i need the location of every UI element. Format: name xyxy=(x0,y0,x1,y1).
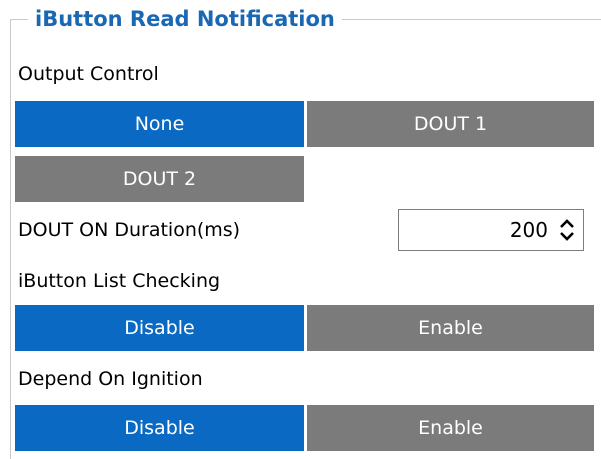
group-title: iButton Read Notification xyxy=(28,3,342,35)
depend-on-ignition-label: Depend On Ignition xyxy=(18,368,203,390)
ibutton-list-checking-enable-button[interactable]: Enable xyxy=(307,305,594,351)
dout-on-duration-label: DOUT ON Duration(ms) xyxy=(18,219,241,241)
ibutton-list-checking-label: iButton List Checking xyxy=(18,270,221,292)
depend-on-ignition-enable-button[interactable]: Enable xyxy=(307,405,594,451)
output-control-label: Output Control xyxy=(18,63,159,85)
ibutton-list-checking-disable-button[interactable]: Disable xyxy=(15,305,304,351)
output-control-dout1-button[interactable]: DOUT 1 xyxy=(307,101,594,147)
up-down-chevron-icon[interactable] xyxy=(559,218,575,242)
dout-on-duration-value[interactable]: 200 xyxy=(510,210,548,250)
output-control-none-button[interactable]: None xyxy=(15,101,304,147)
depend-on-ignition-disable-button[interactable]: Disable xyxy=(15,405,304,451)
output-control-dout2-button[interactable]: DOUT 2 xyxy=(15,156,304,202)
dout-on-duration-spinner[interactable]: 200 xyxy=(398,209,584,251)
